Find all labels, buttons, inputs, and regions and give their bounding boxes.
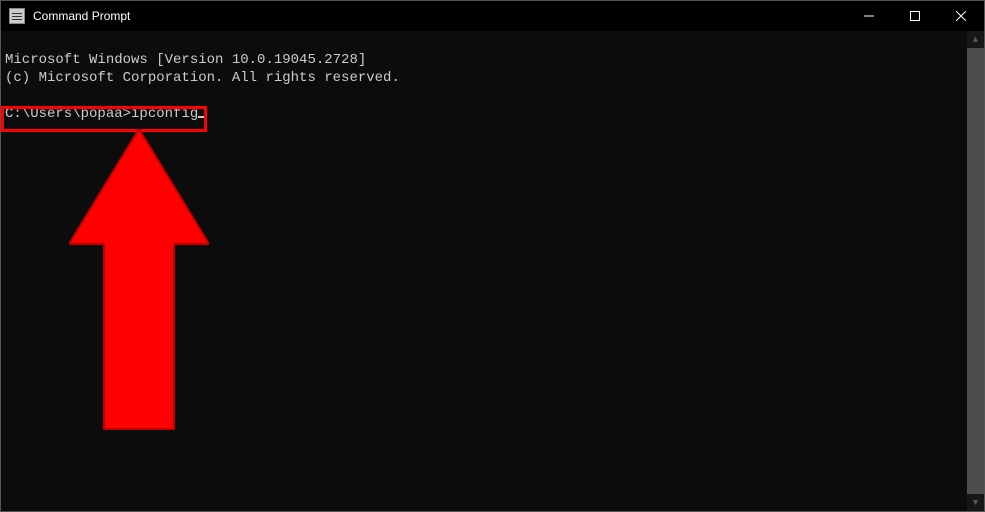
scroll-track[interactable] (967, 48, 984, 494)
scroll-up-button[interactable]: ▲ (967, 31, 984, 48)
version-line: Microsoft Windows [Version 10.0.19045.27… (5, 52, 366, 68)
terminal-output[interactable]: Microsoft Windows [Version 10.0.19045.27… (1, 31, 967, 511)
scroll-thumb[interactable] (967, 48, 984, 494)
copyright-line: (c) Microsoft Corporation. All rights re… (5, 70, 400, 86)
close-button[interactable] (938, 1, 984, 31)
scroll-down-button[interactable]: ▼ (967, 494, 984, 511)
vertical-scrollbar[interactable]: ▲ ▼ (967, 31, 984, 511)
titlebar[interactable]: Command Prompt (1, 1, 984, 31)
content-area: Microsoft Windows [Version 10.0.19045.27… (1, 31, 984, 511)
typed-command: ipconfig (131, 106, 198, 122)
cmd-icon (9, 8, 25, 24)
window-controls (846, 1, 984, 31)
prompt-line: C:\Users\popaa>ipconfig (5, 106, 206, 122)
text-cursor (198, 116, 206, 118)
minimize-button[interactable] (846, 1, 892, 31)
maximize-button[interactable] (892, 1, 938, 31)
window-title: Command Prompt (31, 9, 846, 23)
command-prompt-window: Command Prompt Microsoft Windows [Versio… (0, 0, 985, 512)
prompt-path: C:\Users\popaa> (5, 106, 131, 122)
